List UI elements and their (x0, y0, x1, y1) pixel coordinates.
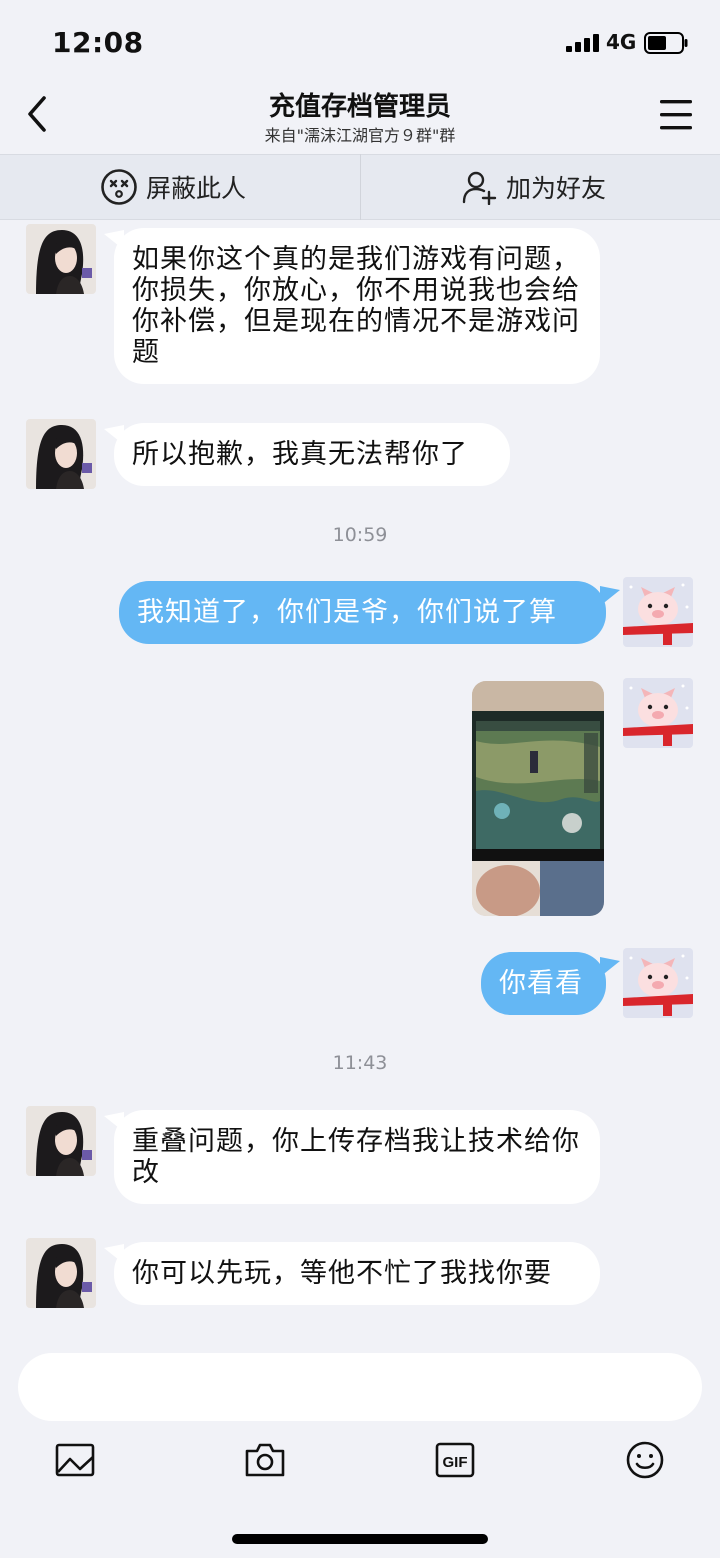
back-button[interactable] (20, 92, 60, 136)
timestamp: 10:59 (332, 524, 388, 546)
message-bubble-outgoing[interactable]: 你看看 (481, 952, 606, 1015)
camera-button[interactable] (243, 1438, 287, 1482)
block-icon (101, 169, 137, 205)
action-divider (360, 154, 361, 220)
girl-avatar-image (26, 224, 96, 294)
chat-title: 充值存档管理员 (268, 92, 451, 122)
emoji-icon (626, 1441, 664, 1479)
pig-avatar-image (623, 678, 693, 748)
image-button[interactable] (53, 1438, 97, 1482)
signal-icon (566, 34, 599, 52)
gif-icon: GIF (435, 1442, 475, 1478)
menu-icon (660, 100, 692, 130)
add-friend-button[interactable]: 加为好友 (462, 154, 606, 220)
chat-subtitle: 来自"濡沫江湖官方９群"群 (264, 126, 456, 145)
game-screenshot-image (472, 681, 604, 916)
message-bubble-incoming[interactable]: 重叠问题，你上传存档我让技术给你改 (114, 1110, 600, 1204)
battery-icon (644, 32, 688, 54)
message-bubble-outgoing[interactable]: 我知道了，你们是爷，你们说了算 (119, 581, 606, 644)
network-type: 4G (606, 30, 637, 54)
my-avatar[interactable] (623, 948, 693, 1018)
block-user-button[interactable]: 屏蔽此人 (100, 154, 246, 220)
add-friend-label: 加为好友 (506, 174, 607, 203)
add-friend-icon (462, 171, 497, 205)
sender-avatar[interactable] (26, 419, 96, 489)
girl-avatar-image (26, 1106, 96, 1176)
menu-button[interactable] (656, 96, 698, 134)
girl-avatar-image (26, 419, 96, 489)
message-image[interactable] (472, 681, 604, 916)
camera-icon (245, 1443, 285, 1477)
status-time: 12:08 (52, 26, 144, 59)
gif-button[interactable]: GIF (433, 1438, 477, 1482)
message-input[interactable] (18, 1353, 702, 1421)
image-icon (55, 1443, 95, 1477)
back-arrow-icon (28, 96, 46, 132)
my-avatar[interactable] (623, 678, 693, 748)
home-indicator (232, 1534, 488, 1544)
sender-avatar[interactable] (26, 224, 96, 294)
sender-avatar[interactable] (26, 1238, 96, 1308)
girl-avatar-image (26, 1238, 96, 1308)
emoji-button[interactable] (623, 1438, 667, 1482)
my-avatar[interactable] (623, 577, 693, 647)
message-bubble-incoming[interactable]: 如果你这个真的是我们游戏有问题，你损失，你放心，你不用说我也会给你补偿，但是现在… (114, 228, 600, 384)
timestamp: 11:43 (332, 1052, 388, 1074)
message-bubble-incoming[interactable]: 你可以先玩，等他不忙了我找你要 (114, 1242, 600, 1305)
pig-avatar-image (623, 577, 693, 647)
pig-avatar-image (623, 948, 693, 1018)
sender-avatar[interactable] (26, 1106, 96, 1176)
gif-label: GIF (443, 1454, 468, 1471)
block-user-label: 屏蔽此人 (146, 174, 247, 203)
message-bubble-incoming[interactable]: 所以抱歉，我真无法帮你了 (114, 423, 510, 486)
